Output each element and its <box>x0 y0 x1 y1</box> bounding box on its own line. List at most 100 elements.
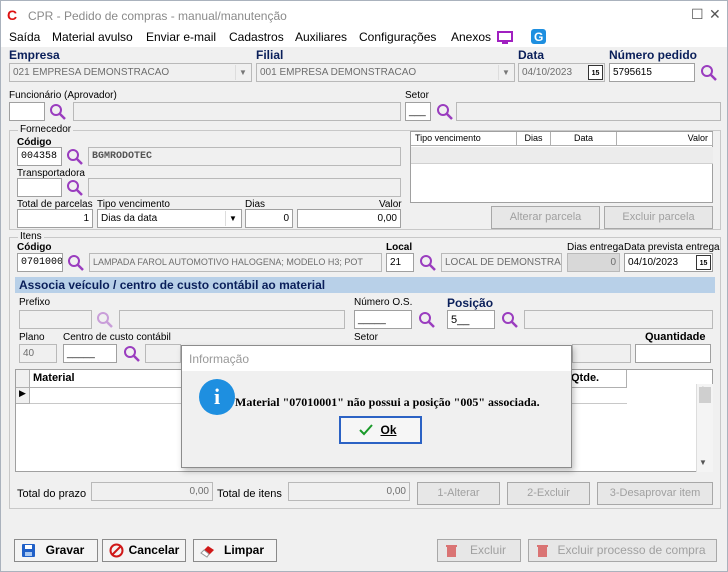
dias-input[interactable]: 0 <box>245 209 293 228</box>
numero-pedido-input[interactable]: 5795615 <box>609 63 695 82</box>
fornecedor-codigo-input[interactable]: 004358 <box>17 147 62 166</box>
table-row[interactable] <box>411 147 713 164</box>
main-window: C CPR - Pedido de compras - manual/manut… <box>0 0 728 572</box>
chevron-down-icon: ▼ <box>235 65 250 80</box>
dialog-title: Informação <box>182 346 571 371</box>
search-icon[interactable] <box>66 179 83 196</box>
funcionario-code-input[interactable] <box>9 102 45 121</box>
monitor-icon[interactable] <box>497 31 513 45</box>
grid-corner <box>16 370 30 388</box>
valor-input[interactable]: 0,00 <box>297 209 401 228</box>
search-icon[interactable] <box>123 345 140 362</box>
empresa-select[interactable]: 021 EMPRESA DEMONSTRACAO ▼ <box>9 63 252 82</box>
data-prevista-field[interactable]: 04/10/2023 15 <box>624 253 713 272</box>
excluir-button[interactable]: Excluir <box>437 539 521 562</box>
alterar-parcela-button[interactable]: Alterar parcela <box>491 206 600 229</box>
prefixo-input <box>19 310 92 329</box>
row-indicator-icon: ▶ <box>16 388 30 404</box>
posicao-label: Posição <box>447 296 494 310</box>
menu-cadastros[interactable]: Cadastros <box>229 30 284 44</box>
close-icon[interactable]: ✕ <box>709 6 721 23</box>
plano-label: Plano <box>19 332 45 343</box>
search-icon[interactable] <box>67 254 84 271</box>
setor-label: Setor <box>405 90 429 101</box>
grid-scrollbar[interactable]: ▲ ▼ <box>696 384 713 472</box>
plano-field: 40 <box>19 344 57 363</box>
parcelas-table[interactable]: Tipo vencimento Dias Data Valor <box>410 131 713 203</box>
scroll-thumb[interactable] <box>699 387 711 403</box>
excluir-processo-button[interactable]: Excluir processo de compra <box>528 539 717 562</box>
itens-group-title: Itens <box>18 231 44 242</box>
excluir-item-button[interactable]: 2-Excluir <box>507 482 590 505</box>
parcelas-header-tipo: Tipo vencimento <box>411 132 517 146</box>
data-label: Data <box>518 48 545 62</box>
setor-code-input[interactable]: ___ <box>405 102 431 121</box>
filial-select[interactable]: 001 EMPRESA DEMONSTRACAO ▼ <box>256 63 515 82</box>
fornecedor-nome-field: BGMRODOTEC <box>88 147 401 166</box>
local-desc-field: LOCAL DE DEMONSTRAÇ <box>441 253 562 272</box>
limpar-button[interactable]: Limpar <box>193 539 277 562</box>
numero-os-input[interactable]: _____ <box>354 310 412 329</box>
trash-icon <box>537 545 548 557</box>
menu-anexos[interactable]: Anexos <box>451 30 491 44</box>
total-prazo-label: Total do prazo <box>17 488 87 500</box>
dias-entrega-field: 0 <box>567 253 620 272</box>
info-icon: i <box>199 379 235 415</box>
total-parcelas-input[interactable]: 1 <box>17 209 93 228</box>
menu-configuracoes[interactable]: Configurações <box>359 30 436 44</box>
alterar-item-button[interactable]: 1-Alterar <box>417 482 500 505</box>
transportadora-nome-field <box>88 178 401 197</box>
brand-g-icon[interactable]: G <box>531 29 546 44</box>
data-field[interactable]: 04/10/2023 15 <box>518 63 605 82</box>
chevron-down-icon: ▼ <box>498 65 513 80</box>
desaprovar-item-button[interactable]: 3-Desaprovar item <box>597 482 713 505</box>
excluir-parcela-button[interactable]: Excluir parcela <box>604 206 713 229</box>
svg-text:G: G <box>534 30 543 44</box>
save-icon <box>22 544 35 557</box>
item-setor-desc-field <box>572 344 631 363</box>
parcelas-header-data: Data <box>551 132 617 146</box>
setor-name-field <box>456 102 721 121</box>
search-icon[interactable] <box>66 148 83 165</box>
menu-bar: Saída Material avulso Enviar e-mail Cada… <box>1 29 727 47</box>
total-prazo-field: 0,00 <box>91 482 213 501</box>
local-label: Local <box>386 242 413 253</box>
app-logo-icon: C <box>7 7 18 23</box>
ok-button[interactable]: Ok <box>339 416 422 444</box>
parcelas-header-valor: Valor <box>617 132 713 146</box>
calendar-icon[interactable]: 15 <box>696 255 711 270</box>
item-setor-label: Setor <box>354 332 378 343</box>
search-icon[interactable] <box>501 311 518 328</box>
maximize-icon[interactable]: ☐ <box>691 6 704 23</box>
tipo-vencimento-select[interactable]: Dias da data ▼ <box>97 209 242 228</box>
search-icon <box>97 312 113 328</box>
total-itens-label: Total de itens <box>217 488 282 500</box>
quantidade-input[interactable] <box>635 344 711 363</box>
menu-enviar-email[interactable]: Enviar e-mail <box>146 30 216 44</box>
associa-veiculo-band: Associa veículo / centro de custo contáb… <box>15 277 715 293</box>
window-title: CPR - Pedido de compras - manual/manuten… <box>28 9 287 23</box>
cancelar-button[interactable]: Cancelar <box>102 539 186 562</box>
transportadora-input[interactable] <box>17 178 62 197</box>
funcionario-name-field <box>73 102 401 121</box>
calendar-icon[interactable]: 15 <box>588 65 603 80</box>
title-bar: C CPR - Pedido de compras - manual/manut… <box>1 1 727 29</box>
posicao-input[interactable]: 5__ <box>447 310 495 329</box>
grid-header-material: Material <box>30 370 196 388</box>
search-icon[interactable] <box>49 103 66 120</box>
item-codigo-input[interactable]: 07010001 <box>17 253 63 272</box>
menu-material-avulso[interactable]: Material avulso <box>52 30 133 44</box>
chevron-down-icon: ▼ <box>225 211 240 226</box>
trash-icon <box>446 545 457 557</box>
search-icon[interactable] <box>418 311 435 328</box>
prefixo-label: Prefixo <box>19 297 51 308</box>
search-icon[interactable] <box>436 103 453 120</box>
gravar-button[interactable]: Gravar <box>14 539 98 562</box>
search-icon[interactable] <box>419 254 436 271</box>
centro-custo-input[interactable]: _____ <box>63 344 117 363</box>
menu-auxiliares[interactable]: Auxiliares <box>295 30 347 44</box>
local-input[interactable]: 21 <box>386 253 414 272</box>
search-icon[interactable] <box>700 64 717 81</box>
scroll-down-icon[interactable]: ▼ <box>699 458 707 467</box>
menu-saida[interactable]: Saída <box>9 30 40 44</box>
